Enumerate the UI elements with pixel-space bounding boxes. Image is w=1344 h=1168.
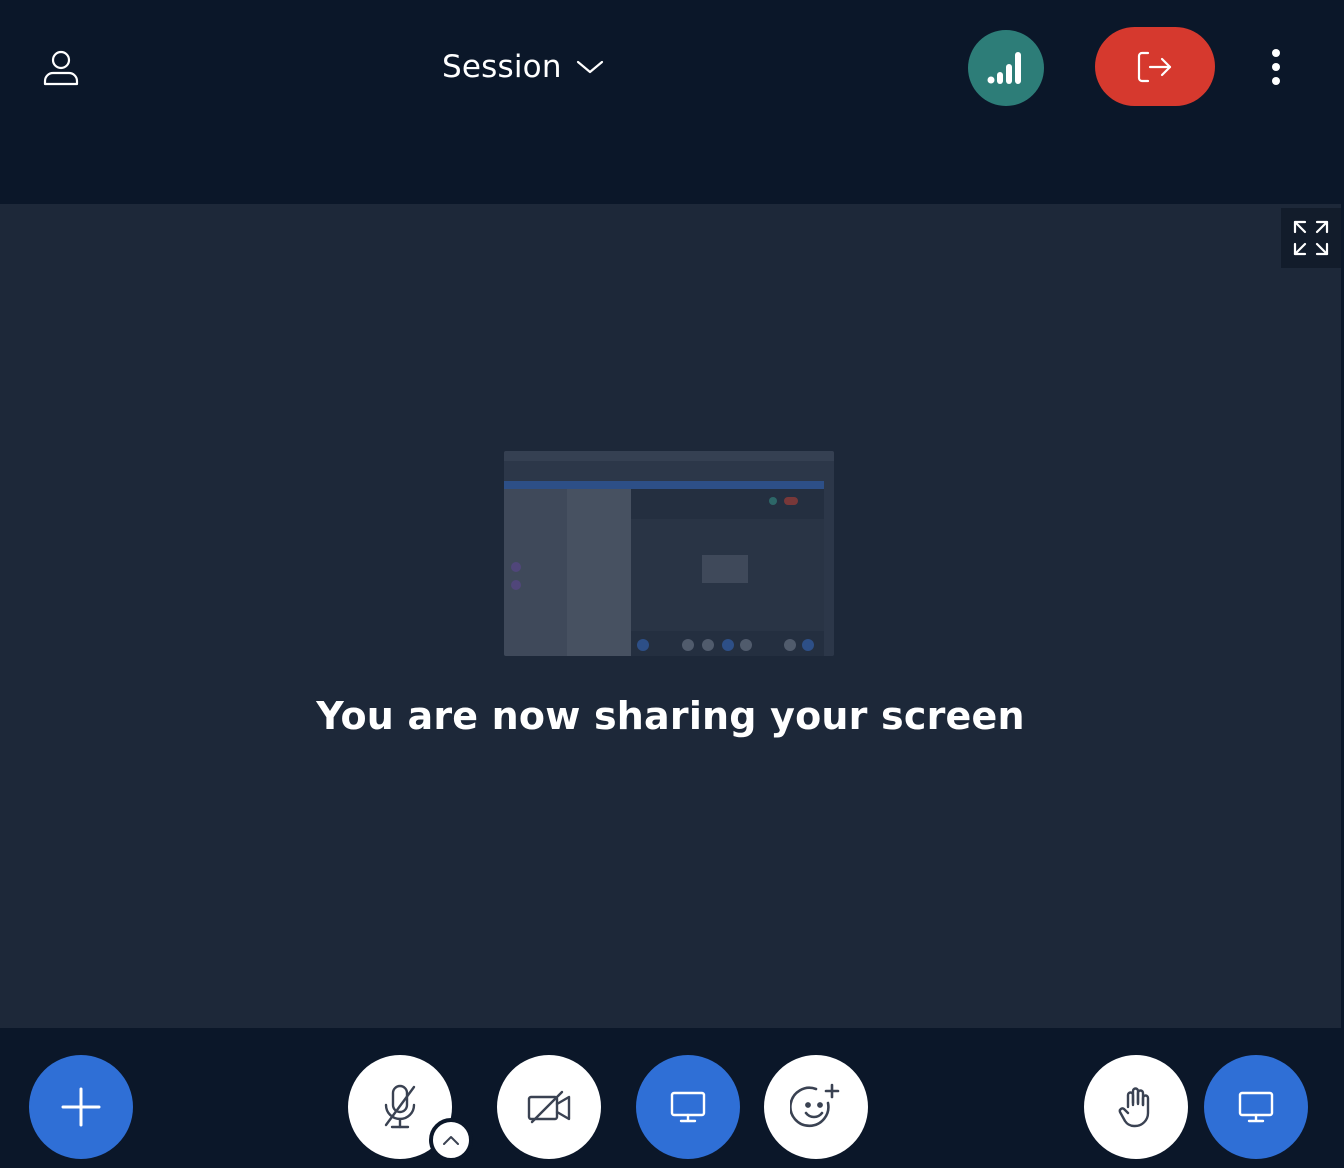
fullscreen-button[interactable] — [1281, 208, 1341, 268]
kebab-menu-icon — [1272, 49, 1280, 57]
camera-toggle-button[interactable] — [497, 1055, 601, 1159]
top-bar: Session — [0, 0, 1344, 204]
emoji-add-icon — [790, 1083, 840, 1128]
chevron-down-icon — [576, 60, 603, 74]
user-icon — [43, 50, 79, 86]
monitor-icon — [670, 1091, 706, 1123]
screen-share-stage: You are now sharing your screen — [0, 204, 1341, 1028]
plus-icon — [61, 1087, 101, 1127]
exit-icon — [1137, 51, 1172, 82]
monitor-icon — [1238, 1091, 1274, 1123]
expand-icon — [1293, 220, 1329, 256]
video-off-icon — [527, 1090, 571, 1124]
leave-session-button[interactable] — [1095, 27, 1215, 106]
presentation-button[interactable] — [1204, 1055, 1308, 1159]
microphone-options-button[interactable] — [429, 1118, 473, 1162]
microphone-muted-icon — [384, 1084, 416, 1129]
screen-thumbnail — [504, 451, 834, 656]
user-button[interactable] — [38, 44, 84, 90]
chevron-up-icon — [443, 1136, 459, 1145]
hand-icon — [1118, 1087, 1150, 1128]
session-title: Session — [442, 49, 562, 85]
kebab-dot — [1272, 63, 1280, 71]
add-button[interactable] — [29, 1055, 133, 1159]
shared-screen-preview — [504, 451, 834, 656]
connection-status-button[interactable] — [968, 30, 1044, 106]
signal-bars-icon — [987, 52, 1021, 84]
raise-hand-button[interactable] — [1084, 1055, 1188, 1159]
screen-sharing-message: You are now sharing your screen — [316, 694, 1025, 738]
session-dropdown[interactable]: Session — [442, 44, 604, 90]
reactions-button[interactable] — [764, 1055, 868, 1159]
screenshare-button[interactable] — [636, 1055, 740, 1159]
kebab-dot — [1272, 77, 1280, 85]
more-options-button[interactable] — [1258, 44, 1294, 90]
